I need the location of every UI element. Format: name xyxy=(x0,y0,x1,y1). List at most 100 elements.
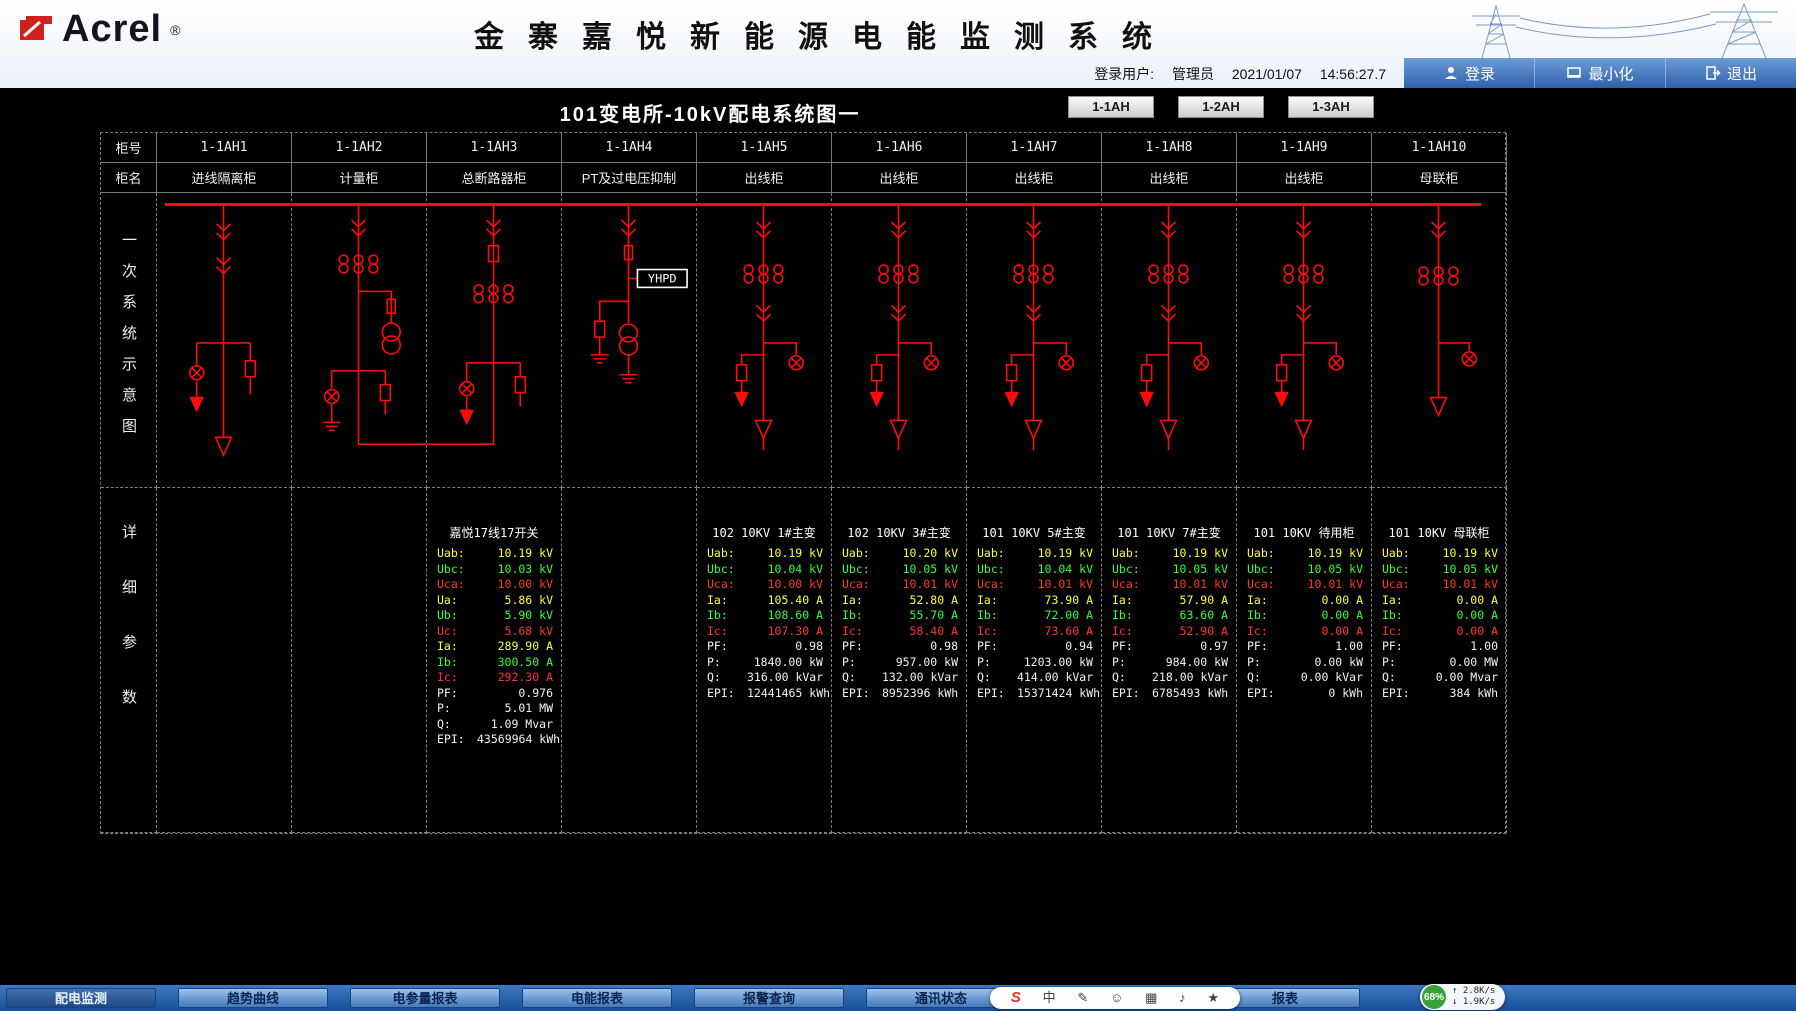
cabinet-no-1-1AH4: 1-1AH4 xyxy=(562,133,697,163)
param-row: PF:0.98 xyxy=(832,639,966,655)
param-value: 0.00 A xyxy=(1287,624,1363,640)
param-value: 10.05 kV xyxy=(1287,562,1363,578)
param-value: 0.976 xyxy=(477,686,553,702)
param-label: P: xyxy=(707,655,747,671)
cabinet-name-1-1AH9: 出线柜 xyxy=(1237,163,1372,193)
param-row: Ubc:10.04 kV xyxy=(697,562,831,578)
param-row: Uab:10.19 kV xyxy=(697,546,831,562)
param-value: 10.01 kV xyxy=(1017,577,1093,593)
param-value: 132.00 kVar xyxy=(882,670,958,686)
param-value: 300.50 A xyxy=(477,655,553,671)
param-value: 10.00 kV xyxy=(747,577,823,593)
cabinet-no-1-1AH1: 1-1AH1 xyxy=(157,133,292,163)
param-value: 8952396 kWh xyxy=(882,686,958,702)
param-row: Uab:10.19 kV xyxy=(427,546,561,562)
param-value: 10.19 kV xyxy=(477,546,553,562)
handwrite-icon[interactable]: ✎ xyxy=(1077,988,1088,1008)
panel-title: 101 10KV 5#主变 xyxy=(967,524,1101,541)
param-value: 984.00 kW xyxy=(1152,655,1228,671)
page-title: 101变电所-10kV配电系统图一 xyxy=(420,98,1000,127)
param-value: 10.01 kV xyxy=(1287,577,1363,593)
nav-param-report[interactable]: 电参量报表 xyxy=(350,988,500,1008)
param-value: 10.01 kV xyxy=(882,577,958,593)
diagram-cell-1-1AH5 xyxy=(697,193,832,488)
param-label: Uab: xyxy=(1382,546,1422,562)
param-row: Ubc:10.05 kV xyxy=(1237,562,1371,578)
param-label: Ic: xyxy=(1382,624,1422,640)
nav-dist-monitor[interactable]: 配电监测 xyxy=(6,988,156,1008)
emoji-icon[interactable]: ☺ xyxy=(1110,988,1123,1008)
param-label: Q: xyxy=(1247,670,1287,686)
param-row: Q:0.00 kVar xyxy=(1237,670,1371,686)
ime-toolbar[interactable]: S 中 ✎ ☺ ▦ ♪ ★ xyxy=(990,987,1240,1009)
param-row: Uca:10.01 kV xyxy=(1372,577,1506,593)
current-time: 14:56:27.7 xyxy=(1320,66,1386,82)
minimize-button[interactable]: 最小化 xyxy=(1534,58,1665,88)
param-label: Uca: xyxy=(977,577,1017,593)
toolbox-icon[interactable]: ★ xyxy=(1207,988,1219,1008)
param-row: PF:1.00 xyxy=(1372,639,1506,655)
param-value: 1203.00 kW xyxy=(1017,655,1093,671)
param-label: Ubc: xyxy=(1382,562,1422,578)
brand-registered-mark: ® xyxy=(170,22,180,38)
param-label: Q: xyxy=(1112,670,1152,686)
param-row: Ubc:10.05 kV xyxy=(1372,562,1506,578)
panel-title: 102 10KV 1#主变 xyxy=(697,524,831,541)
param-row: Ubc:10.05 kV xyxy=(1102,562,1236,578)
yhpd-label: YHPD xyxy=(648,271,677,285)
soft-keyboard-icon[interactable]: ▦ xyxy=(1145,988,1157,1008)
exit-icon xyxy=(1705,65,1721,81)
param-value: 0.00 kVar xyxy=(1287,670,1363,686)
param-row: Q:218.00 kVar xyxy=(1102,670,1236,686)
param-value: 6785493 kWh xyxy=(1152,686,1228,702)
tab-1-1AH[interactable]: 1-1AH xyxy=(1068,96,1154,118)
param-value: 1.09 Mvar xyxy=(477,717,553,733)
param-row: Uca:10.00 kV xyxy=(427,577,561,593)
cabinet-no-1-1AH8: 1-1AH8 xyxy=(1102,133,1237,163)
param-label: EPI: xyxy=(1382,686,1422,702)
param-value: 108.60 A xyxy=(747,608,823,624)
param-row: Uab:10.20 kV xyxy=(832,546,966,562)
tab-1-3AH[interactable]: 1-3AH xyxy=(1288,96,1374,118)
sogou-logo-icon[interactable]: S xyxy=(1011,988,1021,1008)
param-label: Ib: xyxy=(977,608,1017,624)
panel-cell-1-1AH4 xyxy=(562,488,697,833)
nav-energy-report[interactable]: 电能报表 xyxy=(522,988,672,1008)
param-row: Uab:10.19 kV xyxy=(1102,546,1236,562)
app-window: Acrel ® 金寨嘉悦新能源电能监测系统 登录用户: 管理员 2021/01/… xyxy=(0,0,1796,1011)
tab-1-2AH[interactable]: 1-2AH xyxy=(1178,96,1264,118)
param-value: 1.00 xyxy=(1422,639,1498,655)
param-value: 10.04 kV xyxy=(747,562,823,578)
diagram-cell-1-1AH10 xyxy=(1372,193,1507,488)
nav-trend-curve[interactable]: 趋势曲线 xyxy=(178,988,328,1008)
substation-tabs: 1-1AH 1-2AH 1-3AH xyxy=(1068,96,1374,118)
info-bar: 登录用户: 管理员 2021/01/07 14:56:27.7 登录 xyxy=(0,58,1796,88)
param-value: 0.00 A xyxy=(1287,608,1363,624)
param-value: 10.05 kV xyxy=(882,562,958,578)
transmission-tower-art xyxy=(1452,0,1792,58)
param-label: Ib: xyxy=(842,608,882,624)
param-value: 57.90 A xyxy=(1152,593,1228,609)
param-value: 5.01 MW xyxy=(477,701,553,717)
nav-alarm-query[interactable]: 报警查询 xyxy=(694,988,844,1008)
param-value: 5.90 kV xyxy=(477,608,553,624)
param-label: Uab: xyxy=(977,546,1017,562)
param-row: PF:0.98 xyxy=(697,639,831,655)
exit-button[interactable]: 退出 xyxy=(1665,58,1796,88)
input-mode-icon[interactable]: 中 xyxy=(1043,988,1056,1008)
param-row: Q:316.00 kVar xyxy=(697,670,831,686)
param-row: Uca:10.01 kV xyxy=(832,577,966,593)
param-label: Q: xyxy=(842,670,882,686)
voice-input-icon[interactable]: ♪ xyxy=(1179,988,1186,1008)
param-row: Ib:0.00 A xyxy=(1372,608,1506,624)
param-value: 52.80 A xyxy=(882,593,958,609)
param-label: Ia: xyxy=(437,639,477,655)
login-button[interactable]: 登录 xyxy=(1404,58,1534,88)
param-label: Ia: xyxy=(1112,593,1152,609)
param-label: PF: xyxy=(707,639,747,655)
network-monitor-widget[interactable]: 68% ↑ 2.8K/s ↓ 1.9K/s xyxy=(1420,984,1505,1010)
param-row: Ic:58.40 A xyxy=(832,624,966,640)
cabinet-no-1-1AH10: 1-1AH10 xyxy=(1372,133,1507,163)
param-row: P:957.00 kW xyxy=(832,655,966,671)
param-row: PF:0.976 xyxy=(427,686,561,702)
